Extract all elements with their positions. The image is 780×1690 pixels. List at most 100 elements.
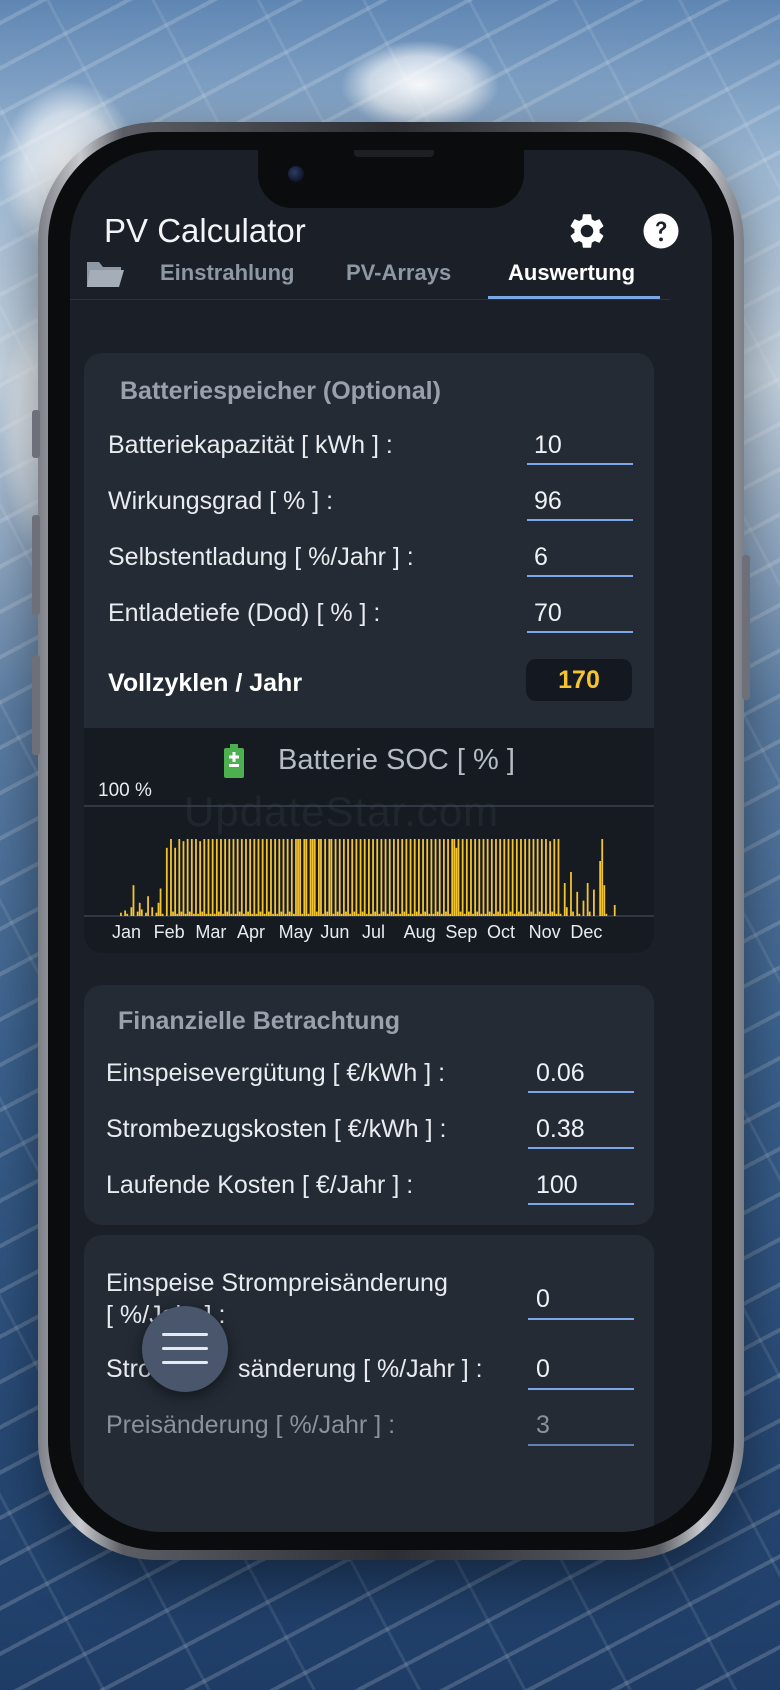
soc-bar	[501, 913, 504, 916]
soc-bar	[507, 839, 510, 916]
soc-bar	[490, 839, 493, 916]
soc-bar	[255, 913, 258, 916]
soc-bar	[557, 839, 560, 916]
soc-bar	[480, 913, 483, 916]
soc-bar	[407, 913, 410, 916]
tab-einstrahlung[interactable]: Einstrahlung	[160, 260, 294, 286]
soc-bar	[601, 839, 604, 916]
soc-bar	[505, 913, 508, 916]
soc-bar	[445, 911, 447, 916]
app-title: PV Calculator	[104, 212, 306, 249]
soc-bar	[251, 913, 254, 916]
soc-bar	[299, 839, 302, 916]
soc-bar	[524, 839, 527, 916]
soc-bar	[301, 913, 304, 916]
soc-bar	[338, 839, 341, 916]
soc-bar	[305, 839, 308, 916]
soc-bar	[124, 910, 127, 916]
soc-bar	[172, 911, 174, 916]
soc-bar	[347, 839, 349, 916]
soc-bar	[343, 839, 345, 916]
efficiency-label: Wirkungsgrad [ % ] :	[108, 487, 334, 515]
soc-bar	[195, 839, 197, 916]
soc-bar	[551, 911, 554, 916]
electricity-cost-input[interactable]: 0.38	[536, 1115, 585, 1144]
phone-power-button	[742, 555, 750, 700]
running-costs-input[interactable]: 100	[536, 1171, 578, 1200]
soc-bar	[405, 839, 408, 916]
soc-bar	[463, 913, 466, 916]
soc-bar	[280, 911, 283, 916]
electricity-cost-label: Strombezugskosten [ €/kWh ] :	[106, 1115, 447, 1143]
running-costs-label: Laufende Kosten [ €/Jahr ] :	[106, 1171, 414, 1199]
soc-bar	[332, 913, 335, 916]
soc-bar	[509, 911, 512, 916]
soc-bar	[155, 912, 158, 916]
soc-bar	[243, 913, 245, 916]
soc-bar	[126, 913, 129, 916]
soc-bar	[447, 839, 449, 916]
input-underline	[527, 631, 633, 633]
soc-bar	[453, 839, 456, 916]
self-discharge-input[interactable]: 6	[534, 543, 548, 572]
soc-bar	[176, 913, 179, 916]
soc-bar	[476, 911, 479, 916]
help-button[interactable]	[640, 210, 682, 252]
soc-bar	[330, 839, 333, 916]
soc-bar	[351, 839, 354, 916]
soc-bar	[197, 913, 199, 916]
soc-bar	[340, 913, 343, 916]
input-underline	[528, 1147, 634, 1149]
input-underline	[527, 575, 633, 577]
soc-bar	[303, 839, 306, 916]
soc-bar	[526, 913, 529, 916]
depth-of-discharge-input[interactable]: 70	[534, 599, 562, 628]
soc-bar	[415, 911, 418, 916]
soc-bar	[257, 839, 260, 916]
soc-bar	[384, 839, 387, 916]
soc-bar	[261, 839, 264, 916]
price-change-input[interactable]: 3	[536, 1411, 550, 1440]
input-underline	[528, 1388, 634, 1390]
soc-bar	[468, 911, 470, 916]
soc-bar	[376, 839, 379, 916]
month-label: Jun	[320, 922, 350, 942]
soc-bar	[586, 883, 589, 916]
soc-bar	[538, 911, 541, 916]
soc-bar	[530, 911, 533, 916]
soc-bar	[363, 839, 366, 916]
open-folder-button[interactable]	[84, 256, 126, 292]
price-change-label: Preisänderung [ %/Jahr ] :	[106, 1411, 396, 1439]
soc-bar	[495, 839, 497, 916]
electricity-price-change-input[interactable]: 0	[536, 1355, 550, 1384]
soc-bar	[130, 907, 133, 916]
feed-in-tariff-label: Einspeisevergütung [ €/kWh ] :	[106, 1059, 446, 1087]
soc-bar	[297, 839, 299, 916]
soc-bar	[145, 912, 147, 916]
feed-in-price-change-input[interactable]: 0	[536, 1285, 550, 1314]
soc-bar	[161, 913, 164, 916]
soc-bar	[513, 913, 516, 916]
help-icon	[643, 213, 679, 249]
soc-bar	[582, 900, 585, 916]
feed-in-tariff-input[interactable]: 0.06	[536, 1059, 585, 1088]
input-underline	[528, 1444, 634, 1446]
soc-bar	[282, 839, 285, 916]
battery-capacity-input[interactable]: 10	[534, 431, 562, 460]
soc-bar	[268, 911, 270, 916]
active-tab-indicator	[488, 296, 660, 299]
settings-button[interactable]	[566, 210, 608, 252]
tab-divider	[70, 299, 670, 300]
menu-button[interactable]	[142, 1306, 228, 1392]
soc-bar	[547, 913, 549, 916]
soc-bar	[265, 839, 268, 916]
soc-bar	[440, 913, 443, 916]
soc-bar	[345, 911, 347, 916]
soc-bar	[326, 911, 329, 916]
section-title: Batteriespeicher (Optional)	[120, 377, 441, 405]
efficiency-input[interactable]: 96	[534, 487, 562, 516]
tab-pv-arrays[interactable]: PV-Arrays	[346, 260, 451, 286]
soc-bar	[213, 913, 216, 916]
soc-bar	[278, 839, 281, 916]
tab-auswertung[interactable]: Auswertung	[508, 260, 635, 286]
